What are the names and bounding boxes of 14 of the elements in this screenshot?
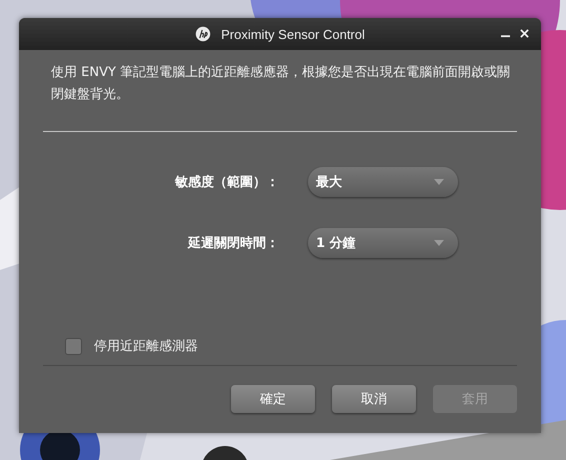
setting-label: 敏感度（範圍）： <box>174 174 279 191</box>
dialog-button[interactable]: 確定 <box>231 385 315 413</box>
caret-icon <box>434 179 444 185</box>
checkbox[interactable] <box>65 338 82 354</box>
dropdown[interactable]: 最大 <box>308 167 458 197</box>
setting-label: 延遲關閉時間： <box>186 235 279 252</box>
dialog-button[interactable]: 取消 <box>332 385 416 413</box>
checkbox-label: 停用近距離感測器 <box>94 338 198 355</box>
window-title: Proximity Sensor Control <box>221 26 365 42</box>
logo-icon <box>195 26 212 42</box>
dropdown[interactable]: 1 分鐘 <box>308 228 458 258</box>
description-text: 使用 ENVY 筆記型電腦上的近距離感應器，根據您是否出現在電腦前面開啟或關閉鍵盤背光。 <box>51 64 512 104</box>
close-icon[interactable] <box>520 29 529 38</box>
caret-icon <box>434 240 444 246</box>
